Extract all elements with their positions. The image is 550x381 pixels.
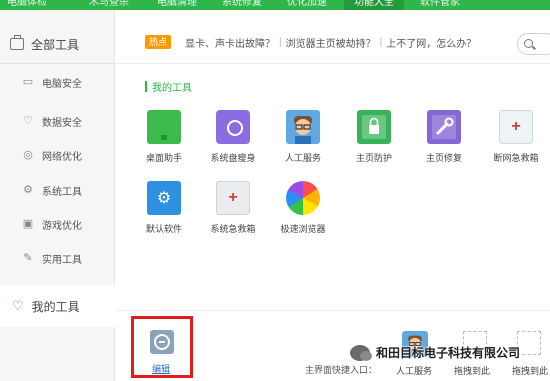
hot-link-no-internet[interactable]: 上不了网，怎么办？ [386,35,476,50]
tool-label: 极速浏览器 [280,224,326,234]
tool-label: 主页防护 [355,153,392,163]
quick-access-label: 主界面快捷入口： [305,365,378,375]
sidebar-item-label: 实用工具 [42,254,82,266]
tab-software-manager[interactable]: 软件管家 [420,0,460,10]
section-accent-bar [145,81,147,92]
sidebar-item-label: 数据安全 [42,117,82,129]
toolbox-icon [10,35,24,50]
homepage-repair-icon [427,110,461,144]
search-input[interactable] [517,33,550,55]
wechat-logo-icon [350,344,372,361]
sidebar-my-tools-label: 我的工具 [31,299,80,314]
sidebar-item-data-security[interactable]: ♡ 数据安全 [0,109,115,133]
sidebar: 全部工具 ▭ 电脑安全 ♡ 数据安全 ◎ 网络优化 ⚙ 系统工具 ▣ 游戏优化 … [0,10,116,381]
tab-all-features[interactable]: 功能大全 [344,0,404,10]
tool-label: 系统盘瘦身 [210,153,256,163]
desktop-assistant-icon [147,110,181,144]
heart-icon: ♡ [12,298,24,313]
tab-system-repair[interactable]: 系统修复 [222,0,262,10]
tool-label: 主页修复 [425,153,462,163]
minus-circle-icon [154,334,170,350]
hot-badge: 热点 [145,35,172,49]
sidebar-item-network-optimize[interactable]: ◎ 网络优化 [0,143,115,167]
tab-speedup[interactable]: 优化加速 [287,0,327,10]
tool-label: 默认软件 [145,224,182,234]
sidebar-item-game-optimize[interactable]: ▣ 游戏优化 [0,212,115,236]
section-title-label: 我的工具 [152,83,192,94]
bottom-divider [116,310,550,311]
search-icon [524,39,533,48]
hot-separator: | [379,36,383,48]
edit-link[interactable]: 编辑 [152,362,170,375]
sidebar-header-label: 全部工具 [31,37,80,52]
human-service-icon [286,110,320,144]
red-cross-icon: + [228,189,238,206]
sidebar-item-my-tools[interactable]: ♡ 我的工具 [0,285,116,327]
tool-label: 断网急救箱 [493,153,539,163]
header-divider [116,63,550,64]
drop-slot[interactable] [517,331,541,355]
gear-icon: ⚙ [156,190,172,207]
red-cross-icon: + [511,118,521,135]
tool-fast-browser[interactable]: 极速浏览器 [273,181,333,235]
monitor-icon: ▭ [22,76,34,88]
hot-link-homepage-hijack[interactable]: 浏览器主页被劫持？ [286,35,376,50]
network-firstaid-icon: + [499,110,533,144]
tool-human-service[interactable]: 人工服务 [273,110,333,164]
tool-label: 系统急救箱 [210,224,256,234]
quick-tool-label: 人工服务 [396,366,433,376]
tool-system-firstaid[interactable]: + 系统急救箱 [203,181,263,235]
sidebar-item-label: 电脑安全 [42,78,82,90]
sidebar-item-label: 网络优化 [42,151,82,163]
disk-slim-icon [216,110,250,144]
tool-desktop-assistant[interactable]: 桌面助手 [134,110,194,164]
drop-slot-label: 拖拽到此 [512,366,549,376]
gamepad-icon: ▣ [22,218,34,230]
tab-cleanup[interactable]: 电脑清理 [157,0,197,10]
edit-button[interactable] [150,330,174,354]
sidebar-item-label: 系统工具 [42,186,82,198]
hot-topics-bar: 热点 显卡、声卡出故障？ | 浏览器主页被劫持？ | 上不了网，怎么办？ [145,34,476,50]
watermark-text: 和田目标电子科技有限公司 [376,346,521,360]
tool-network-firstaid[interactable]: + 断网急救箱 [486,110,546,164]
tool-default-software[interactable]: ⚙ 默认软件 [134,181,194,235]
top-nav: 电脑体检 木马查杀 电脑清理 系统修复 优化加速 功能大全 软件管家 [0,0,550,10]
sidebar-item-system-tools[interactable]: ⚙ 系统工具 [0,178,115,202]
homepage-shield-icon [357,110,391,144]
browser-icon [286,181,320,215]
tool-label: 桌面助手 [145,153,182,163]
tool-homepage-protect[interactable]: 主页防护 [344,110,404,164]
sidebar-item-label: 游戏优化 [42,220,82,232]
sidebar-header-all-tools[interactable]: 全部工具 [0,30,115,58]
pulse-icon: ♡ [23,115,33,127]
tool-homepage-repair[interactable]: 主页修复 [414,110,474,164]
default-software-icon: ⚙ [147,181,181,215]
hot-separator: | [279,36,282,48]
gear-icon: ⚙ [23,184,33,196]
tab-trojan-scan[interactable]: 木马查杀 [89,0,129,10]
tool-label: 人工服务 [284,153,321,163]
drop-slot-label: 拖拽到此 [454,366,491,376]
wrench-icon: ✎ [23,252,33,264]
sidebar-item-pc-security[interactable]: ▭ 电脑安全 [0,70,115,94]
tab-pc-checkup[interactable]: 电脑体检 [7,0,47,10]
section-title-my-tools: 我的工具 [145,79,192,94]
sidebar-item-utilities[interactable]: ✎ 实用工具 [0,246,115,270]
hot-link-sound-card[interactable]: 显卡、声卡出故障？ [185,35,275,50]
sidebar-divider [0,63,115,64]
watermark: 和田目标电子科技有限公司 [350,344,520,361]
globe-icon: ◎ [23,149,33,161]
system-firstaid-icon: + [216,181,250,215]
tool-disk-slim[interactable]: 系统盘瘦身 [203,110,263,164]
